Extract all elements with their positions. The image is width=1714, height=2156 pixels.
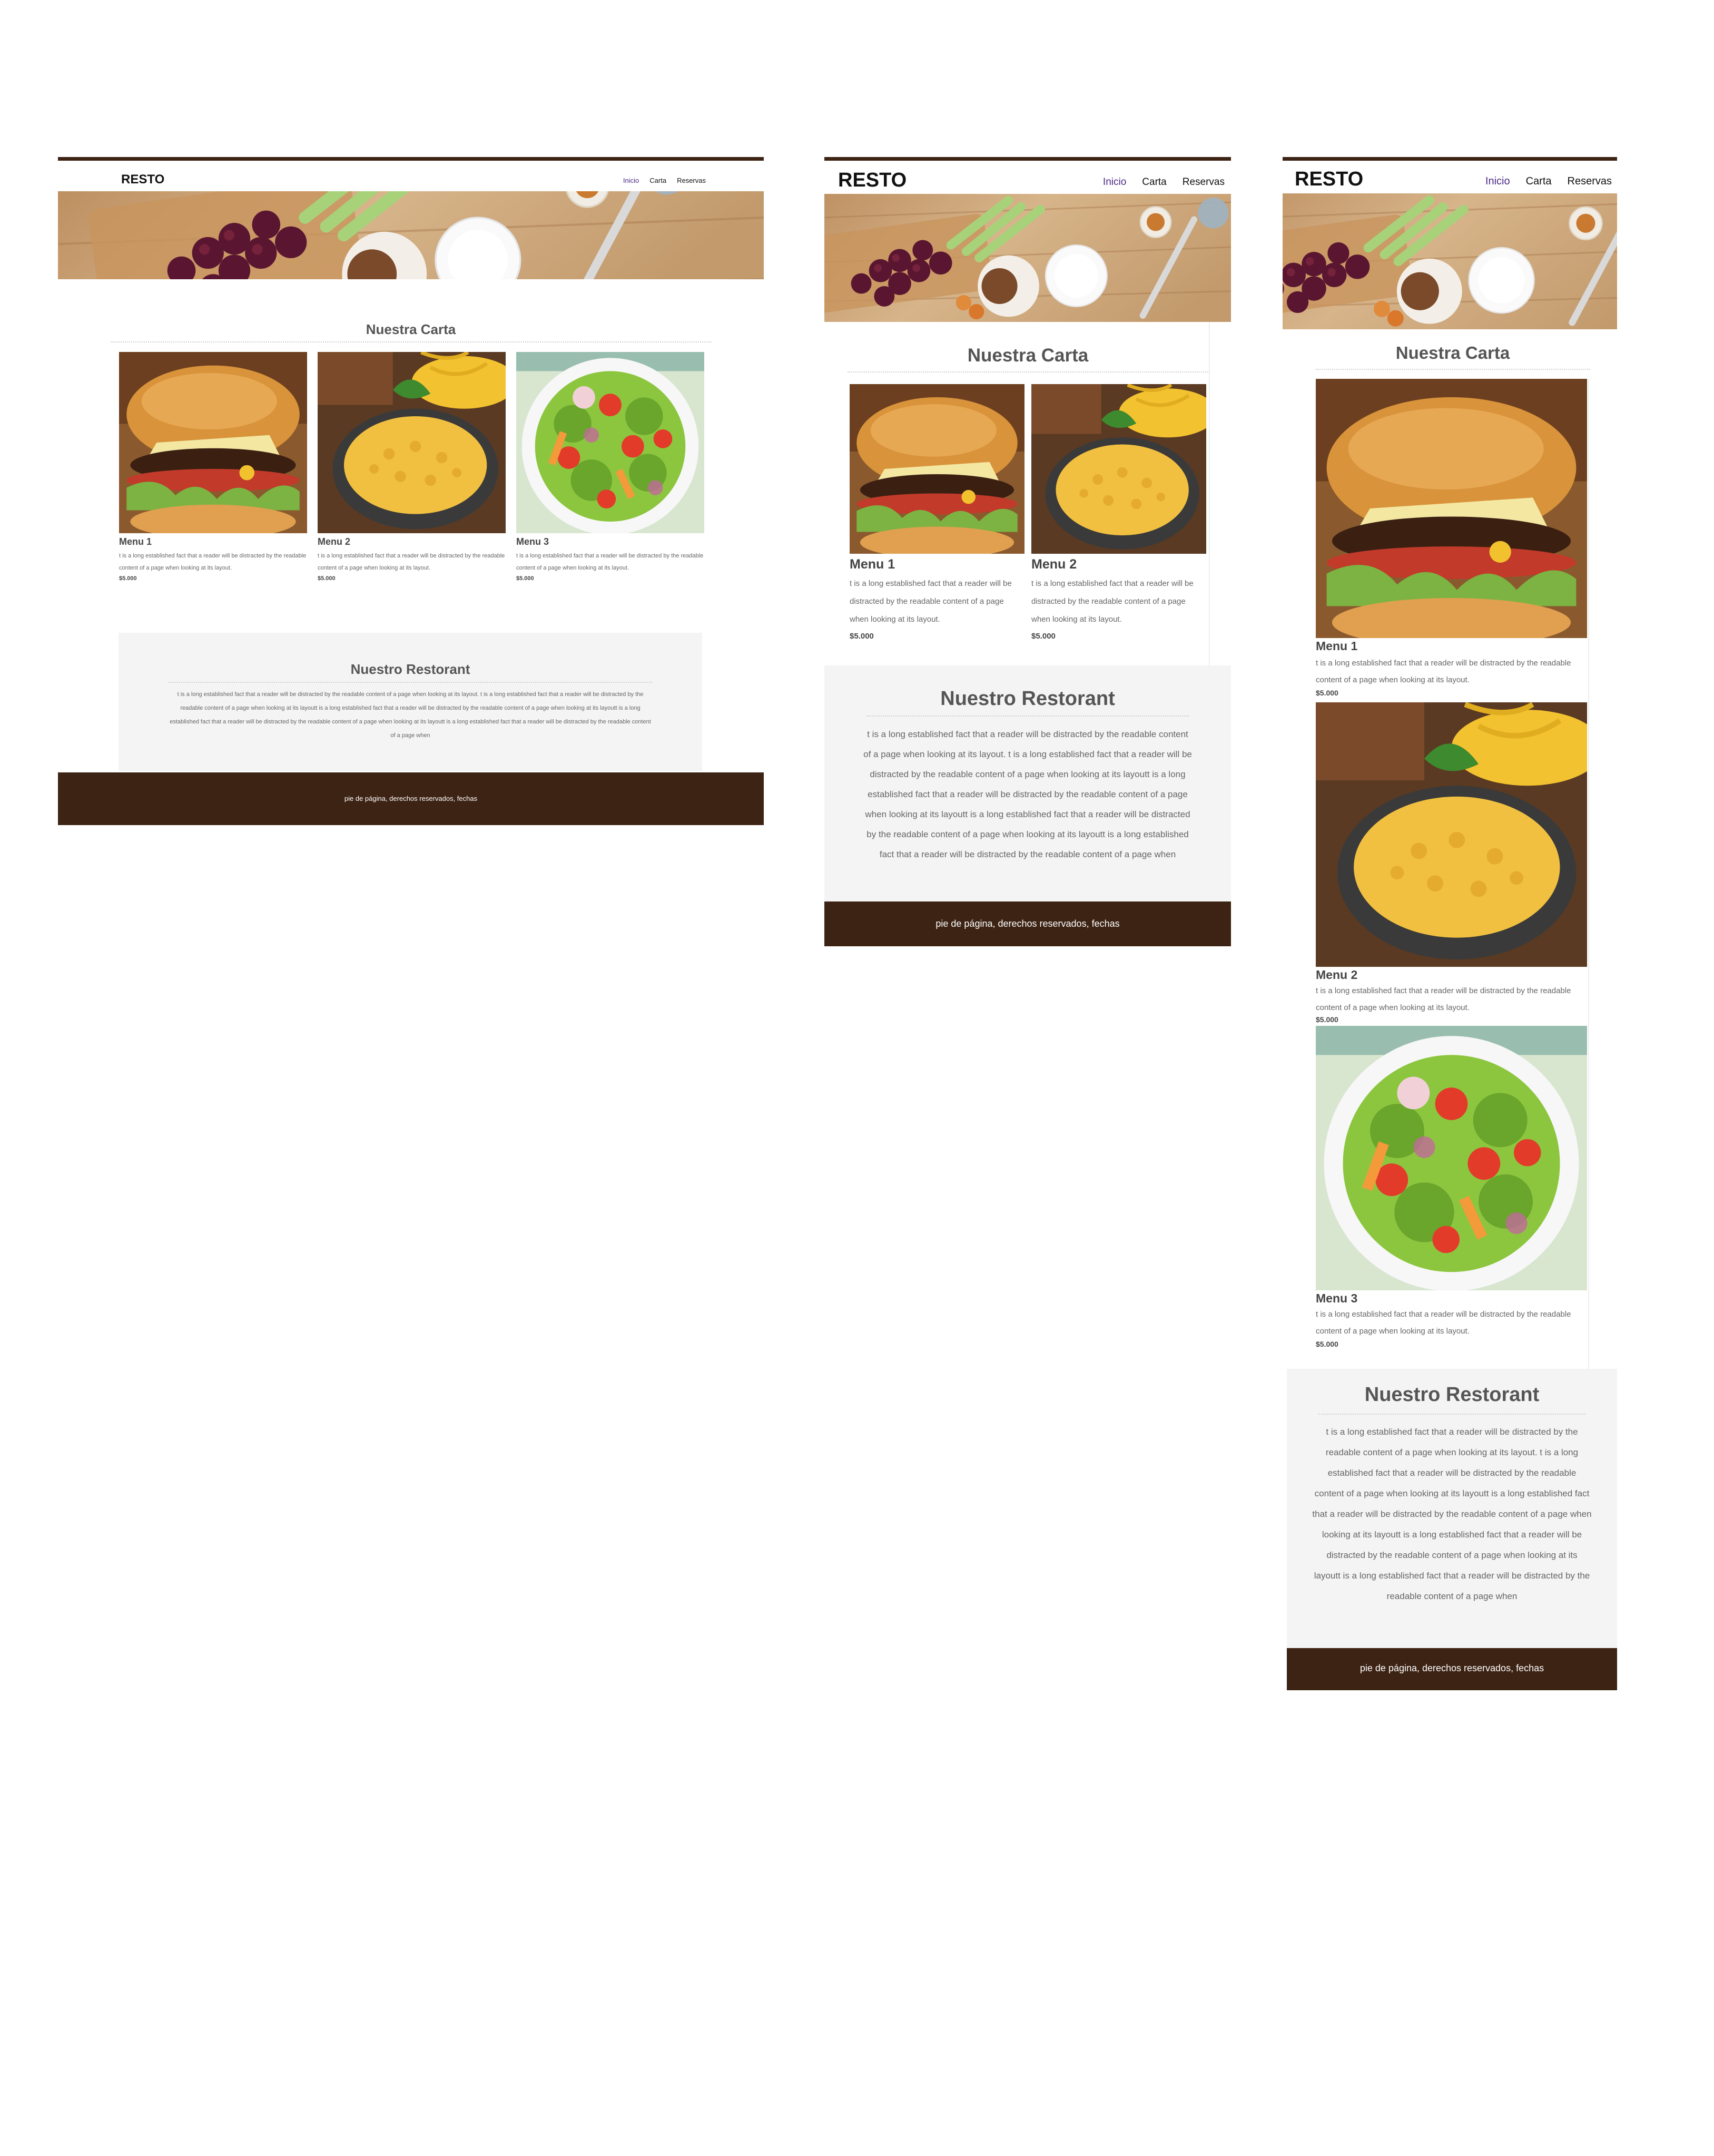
site-footer: pie de página, derechos reservados, fech… [1287,1648,1617,1690]
menu-name: Menu 1 [1316,639,1358,653]
menu-card[interactable]: Menu 2 t is a long established fact that… [1316,702,1587,1025]
desktop-mockup: RESTO Inicio Carta Reservas Nuestra Cart… [58,157,764,826]
carta-section: Nuestra Carta Menu 1 t is a long establi… [1316,329,1590,1531]
footer-text: pie de página, derechos reservados, fech… [344,795,478,802]
menu-price: $5.000 [850,632,874,641]
site-header: RESTO Inicio Carta Reservas [824,161,1231,194]
menu-name: Menu 2 [1031,557,1077,572]
menu-name: Menu 3 [516,536,549,547]
restorant-divider [169,682,652,683]
pie-image [1316,702,1587,967]
menu-name: Menu 3 [1316,1291,1358,1305]
nav-reservas[interactable]: Reservas [1568,175,1612,188]
carta-divider [111,341,711,342]
restorant-section: Nuestro Restorant t is a long establishe… [1287,1369,1617,1648]
carta-title: Nuestra Carta [1395,343,1510,362]
menu-description: t is a long established fact that a read… [1031,579,1194,624]
restorant-text: t is a long established fact that a read… [1312,1427,1592,1601]
site-footer: pie de página, derechos reservados, fech… [824,901,1231,946]
menu-description: t is a long established fact that a read… [119,553,307,571]
mobile-mockup: RESTO Inicio Carta Reservas Nuestra Cart… [1283,157,1617,1698]
menu-price: $5.000 [119,575,137,582]
restorant-section: Nuestro Restorant t is a long establishe… [119,633,702,771]
tablet-mockup: RESTO Inicio Carta Reservas Nuestra Cart… [824,157,1231,947]
menu-price: $5.000 [1316,1340,1338,1348]
carta-divider [1316,369,1590,370]
site-logo[interactable]: RESTO [1295,168,1363,191]
restorant-title: Nuestro Restorant [350,661,470,677]
carta-title: Nuestra Carta [366,321,456,337]
menu-description: t is a long established fact that a read… [1316,659,1571,684]
nav-carta[interactable]: Carta [1142,177,1166,188]
menu-card[interactable]: Menu 3 t is a long established fact that… [1316,1026,1587,1354]
restorant-text: t is a long established fact that a read… [170,691,651,739]
footer-text: pie de página, derechos reservados, fech… [935,918,1120,929]
carta-title: Nuestra Carta [967,345,1089,366]
menu-price: $5.000 [1316,1015,1338,1024]
menu-price: $5.000 [1031,632,1056,641]
burger-image [119,352,307,533]
menu-description: t is a long established fact that a read… [1316,986,1571,1012]
main-nav: Inicio Carta Reservas [623,177,706,184]
nav-inicio[interactable]: Inicio [1485,175,1510,188]
menu-price: $5.000 [318,575,336,582]
restorant-text: t is a long established fact that a read… [863,729,1192,859]
menu-card[interactable]: Menu 1 t is a long established fact that… [850,384,1025,648]
salad-image [516,352,704,533]
menu-description: t is a long established fact that a read… [318,553,505,571]
top-accent-bar [1283,157,1617,161]
restorant-title: Nuestro Restorant [1364,1384,1540,1406]
restorant-divider [1318,1414,1585,1415]
pie-image [1031,384,1206,554]
menu-price: $5.000 [516,575,534,582]
restorant-section: Nuestro Restorant t is a long establishe… [824,665,1231,901]
site-footer: pie de página, derechos reservados, fech… [58,772,764,825]
site-logo[interactable]: RESTO [121,172,164,187]
menu-name: Menu 1 [850,557,895,572]
hero-banner-image [824,194,1231,322]
nav-carta[interactable]: Carta [1526,175,1552,188]
menu-description: t is a long established fact that a read… [850,579,1012,624]
main-nav: Inicio Carta Reservas [1485,175,1612,188]
menu-description: t is a long established fact that a read… [516,553,704,571]
carta-divider [848,371,1208,373]
site-header: RESTO Inicio Carta Reservas [58,161,764,191]
salad-image [1316,1026,1587,1290]
hero-banner-image [58,191,764,279]
nav-reservas[interactable]: Reservas [677,177,706,184]
menu-price: $5.000 [1316,689,1338,697]
nav-inicio[interactable]: Inicio [1103,177,1126,188]
menu-card[interactable]: Menu 1 t is a long established fact that… [119,352,307,589]
menu-card[interactable]: Menu 2 t is a long established fact that… [318,352,506,589]
pie-image [318,352,506,533]
top-accent-bar [824,157,1231,161]
menu-name: Menu 1 [119,536,152,547]
hero-banner-image [1283,193,1617,329]
nav-reservas[interactable]: Reservas [1183,177,1225,188]
menu-card[interactable]: Menu 1 t is a long established fact that… [1316,379,1587,701]
restorant-divider [866,716,1189,717]
menu-card[interactable]: Menu 3 t is a long established fact that… [516,352,704,589]
nav-inicio[interactable]: Inicio [623,177,639,184]
main-nav: Inicio Carta Reservas [1103,177,1225,188]
footer-text: pie de página, derechos reservados, fech… [1360,1663,1544,1673]
content-border [1588,378,1589,1522]
menu-name: Menu 2 [1316,968,1358,982]
menu-name: Menu 2 [318,536,351,547]
restorant-title: Nuestro Restorant [940,688,1115,710]
top-accent-bar [58,157,764,161]
menu-card[interactable]: Menu 2 t is a long established fact that… [1031,384,1206,648]
nav-carta[interactable]: Carta [649,177,666,184]
burger-image [850,384,1025,554]
burger-image [1316,379,1587,638]
site-logo[interactable]: RESTO [838,169,907,192]
site-header: RESTO Inicio Carta Reservas [1283,161,1617,193]
menu-description: t is a long established fact that a read… [1316,1310,1571,1336]
